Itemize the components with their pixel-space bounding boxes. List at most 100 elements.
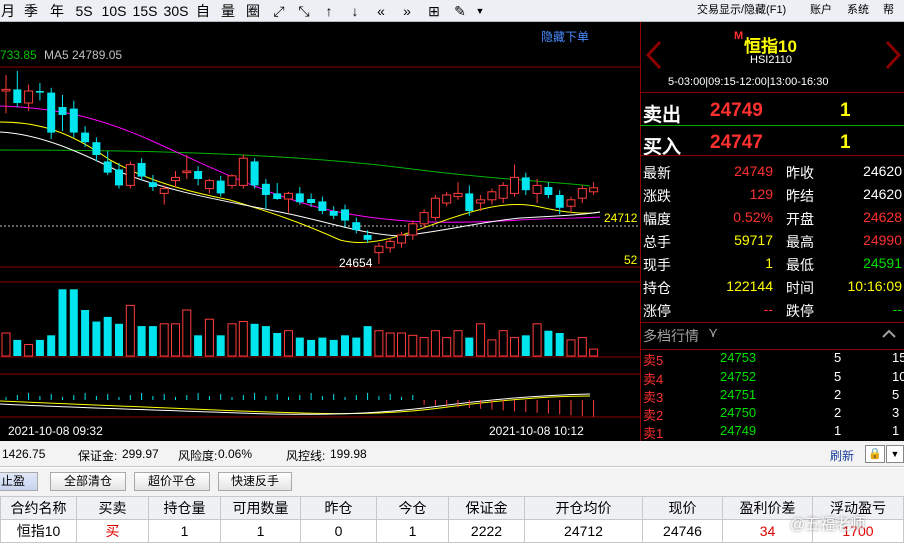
kline-chart[interactable]: 733.85 MA5 24789.05 隐藏下单 24712 24654 52 …	[0, 22, 640, 441]
column-header[interactable]: 现价	[642, 496, 723, 520]
menu-help[interactable]: 帮助	[883, 0, 904, 36]
dropdown-icon[interactable]: ▼	[473, 0, 487, 22]
limit-down-label: 跌停	[786, 303, 814, 319]
refresh-link[interactable]: 刷新	[830, 447, 854, 464]
volume-bar	[261, 326, 270, 356]
menu-system[interactable]: 系统	[847, 0, 869, 22]
ask3-qty: 2	[834, 387, 842, 402]
expand-icon[interactable]: ⤢	[268, 0, 290, 22]
volume-bar	[307, 339, 316, 356]
candle	[194, 171, 203, 179]
arrow-up-icon[interactable]: ↑	[318, 0, 340, 22]
period-10s-button[interactable]: 10S	[100, 0, 128, 22]
volume-bar	[442, 337, 452, 357]
period-30s-button[interactable]: 30S	[162, 0, 190, 22]
period-5s-button[interactable]: 5S	[72, 0, 96, 22]
close-all-button[interactable]: 全部清仓	[50, 472, 126, 491]
candle	[498, 184, 508, 199]
candlestick-series	[1, 71, 599, 264]
ask3-price[interactable]: 24751	[720, 387, 756, 402]
candle	[250, 161, 259, 186]
ask1-price[interactable]: 24749	[720, 423, 756, 438]
column-header[interactable]: 昨仓	[300, 496, 377, 520]
volume-bar	[419, 337, 429, 357]
column-header[interactable]: 今仓	[376, 496, 449, 520]
main-contract-marker: M	[734, 30, 744, 42]
shrink-icon[interactable]: ⤡	[293, 0, 315, 22]
period-quarter-button[interactable]: 季	[20, 0, 42, 22]
circle-button[interactable]: 圈	[242, 0, 264, 22]
hide-order-link[interactable]: 隐藏下单	[541, 28, 589, 45]
ask-price[interactable]: 24749	[710, 100, 763, 122]
double-right-icon[interactable]: »	[396, 0, 418, 22]
candle	[58, 107, 67, 115]
volume-button[interactable]: 量	[217, 0, 239, 22]
prev-contract-icon[interactable]	[644, 40, 664, 70]
chevron-down-icon[interactable]: ▼	[886, 445, 904, 463]
period-15s-button[interactable]: 15S	[131, 0, 159, 22]
candle	[137, 163, 146, 177]
last-value: 24749	[734, 163, 773, 179]
volume-bar	[397, 332, 406, 357]
collapse-icon[interactable]	[882, 329, 896, 339]
candle	[115, 169, 123, 186]
depth-title[interactable]: 多档行情	[643, 326, 699, 346]
candle	[419, 212, 429, 225]
volume-bar	[430, 330, 440, 357]
custom-period-button[interactable]: 自	[192, 0, 214, 22]
volume-bar	[273, 333, 282, 356]
candle	[273, 193, 282, 199]
ask5-price[interactable]: 24753	[720, 350, 756, 365]
take-profit-button[interactable]: 止盈	[0, 472, 38, 491]
double-left-icon[interactable]: «	[370, 0, 392, 22]
prev-close-value: 24620	[863, 163, 902, 179]
candle	[307, 199, 316, 203]
double-chevron-down-icon[interactable]: ⋎	[708, 324, 718, 341]
arrow-down-icon[interactable]: ↓	[344, 0, 366, 22]
table-row[interactable]: 恒指10 买 1 1 0 1 2222 24712 24746 34 1700	[0, 519, 904, 543]
volume-bar	[555, 333, 564, 356]
column-header[interactable]: 买卖	[76, 496, 149, 520]
control-label: 风控线:	[286, 449, 326, 463]
candle	[318, 201, 327, 211]
pen-icon[interactable]: ✎	[449, 0, 471, 22]
menu-trade-display[interactable]: 交易显示/隐藏(F1)	[697, 0, 786, 22]
prev-close-label: 昨收	[786, 165, 814, 181]
ask5-total: 15	[892, 350, 904, 365]
grid-icon[interactable]: ⊞	[423, 0, 445, 22]
candle	[69, 108, 78, 133]
lock-icon[interactable]: 🔒	[865, 445, 885, 463]
ask4-price[interactable]: 24752	[720, 369, 756, 384]
divider	[640, 322, 904, 323]
column-header[interactable]: 保证金	[448, 496, 525, 520]
ma-long-line	[0, 149, 591, 187]
candle	[555, 195, 564, 208]
next-contract-icon[interactable]	[883, 40, 903, 70]
over-price-close-button[interactable]: 超价平仓	[134, 472, 210, 491]
available-cell: 1	[220, 519, 301, 543]
high-value: 24990	[863, 232, 902, 248]
contract-cell: 恒指10	[0, 519, 77, 543]
ask4-qty: 5	[834, 369, 842, 384]
volume-bar	[544, 330, 553, 356]
volume-series	[1, 289, 599, 357]
volume-bar	[92, 321, 101, 356]
pct-value: 0.52%	[733, 209, 773, 225]
period-month-button[interactable]: 月	[0, 0, 16, 22]
column-header[interactable]: 可用数量	[220, 496, 301, 520]
column-header[interactable]: 开仓均价	[524, 496, 643, 520]
ask5-qty: 5	[834, 350, 842, 365]
candle	[566, 199, 576, 207]
bid-price[interactable]: 24747	[710, 132, 763, 154]
candle	[159, 188, 169, 194]
divider	[640, 349, 904, 350]
column-header[interactable]: 持仓量	[148, 496, 221, 520]
column-header[interactable]: 合约名称	[0, 496, 77, 520]
ask1-total: 1	[892, 423, 900, 438]
volume-bar	[58, 289, 67, 356]
date-label-left: 2021-10-08 09:32	[8, 424, 103, 438]
period-year-button[interactable]: 年	[46, 0, 68, 22]
ask2-price[interactable]: 24750	[720, 405, 756, 420]
menu-account[interactable]: 账户	[810, 0, 832, 22]
quick-reverse-button[interactable]: 快速反手	[218, 472, 292, 491]
